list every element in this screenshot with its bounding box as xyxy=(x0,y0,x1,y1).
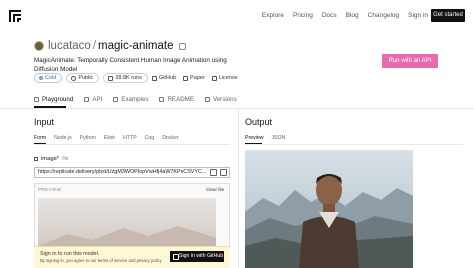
signin-github-button[interactable]: Sign in with GitHub xyxy=(170,251,224,262)
model-badges: Cold Public 28.8K runs GitHub Paper Lice… xyxy=(34,73,245,83)
subtab-nodejs[interactable]: Node.js xyxy=(54,135,72,141)
paper-link[interactable]: Paper xyxy=(183,75,205,81)
model-name: magic-animate xyxy=(98,40,174,52)
api-icon xyxy=(84,96,90,102)
subtab-python[interactable]: Python xyxy=(80,135,96,141)
input-subtab-divider xyxy=(34,144,230,145)
tab-readme[interactable]: README xyxy=(159,94,194,104)
owner-avatar[interactable] xyxy=(34,41,44,51)
replicate-logo-icon[interactable] xyxy=(9,10,21,22)
clear-file-button[interactable]: Clear file xyxy=(206,187,224,192)
subtab-cog[interactable]: Cog xyxy=(145,135,155,141)
nav-changelog-link[interactable]: Changelog xyxy=(368,12,399,19)
nav-docs-link[interactable]: Docs xyxy=(322,12,337,19)
nav-explore-link[interactable]: Explore xyxy=(262,12,284,19)
tab-examples[interactable]: Examples xyxy=(113,94,148,104)
input-subtabs: Form Node.js Python Elixir HTTP Cog Dock… xyxy=(34,135,187,141)
subtab-json[interactable]: JSON xyxy=(271,135,285,141)
license-link[interactable]: License xyxy=(211,75,238,81)
subtab-form[interactable]: Form xyxy=(34,135,46,141)
run-with-api-button[interactable]: Run with an API xyxy=(382,54,438,68)
subtab-http[interactable]: HTTP xyxy=(123,135,137,141)
close-icon[interactable] xyxy=(210,169,217,176)
nav-links: Explore Pricing Docs Blog Changelog Sign… xyxy=(253,12,428,19)
image-field-label: image * file xyxy=(34,156,68,162)
header-divider xyxy=(0,108,474,109)
paper-icon xyxy=(183,75,189,81)
globe-icon xyxy=(71,75,77,81)
subtab-preview[interactable]: Preview xyxy=(245,135,263,141)
model-description: MagicAnimate: Temporally Consistent Huma… xyxy=(34,57,227,73)
preview-label: PREVIEW xyxy=(38,187,62,192)
readme-icon xyxy=(159,96,165,102)
copy-icon[interactable] xyxy=(179,42,187,50)
output-title: Output xyxy=(245,117,273,127)
panel-divider xyxy=(238,110,239,268)
examples-icon xyxy=(113,96,119,102)
subtab-elixir[interactable]: Elixir xyxy=(104,135,115,141)
github-link[interactable]: GitHub xyxy=(151,75,176,81)
tab-versions[interactable]: Versions xyxy=(204,94,237,104)
nav-signin-link[interactable]: Sign in xyxy=(408,12,428,19)
runs-badge: 28.8K runs xyxy=(103,73,148,83)
output-image[interactable] xyxy=(245,150,413,268)
get-started-button[interactable]: Get started xyxy=(431,9,465,22)
tab-playground[interactable]: Playground xyxy=(34,94,73,104)
output-subtab-divider xyxy=(245,144,463,145)
status-badge: Cold xyxy=(34,73,63,83)
upload-icon[interactable] xyxy=(220,169,227,176)
model-tabs: Playground API Examples README Versions xyxy=(34,94,248,104)
subtab-docker[interactable]: Docker xyxy=(162,135,178,141)
playground-icon xyxy=(34,96,39,102)
model-header: lucataco / magic-animate xyxy=(34,38,454,54)
nav-pricing-link[interactable]: Pricing xyxy=(293,12,313,19)
visibility-badge: Public xyxy=(66,73,100,83)
tab-api[interactable]: API xyxy=(84,94,102,104)
top-nav: Explore Pricing Docs Blog Changelog Sign… xyxy=(0,0,474,32)
github-icon xyxy=(151,75,157,81)
file-icon xyxy=(34,157,38,161)
play-icon xyxy=(108,75,114,81)
signin-message: Sign in to run this model. xyxy=(40,251,100,257)
versions-icon xyxy=(204,96,210,102)
license-icon xyxy=(211,75,217,81)
title-separator: / xyxy=(92,40,97,52)
nav-blog-link[interactable]: Blog xyxy=(346,12,359,19)
output-subtabs: Preview JSON xyxy=(245,135,293,141)
input-title: Input xyxy=(34,117,55,127)
status-dot-icon xyxy=(39,76,43,80)
signin-terms-text[interactable]: By signing in, you agree to our terms of… xyxy=(40,258,162,263)
owner-name[interactable]: lucataco xyxy=(48,40,91,52)
image-url-input[interactable]: https://replicate.delivery/pbxt/UzgM3WOP… xyxy=(34,167,230,178)
